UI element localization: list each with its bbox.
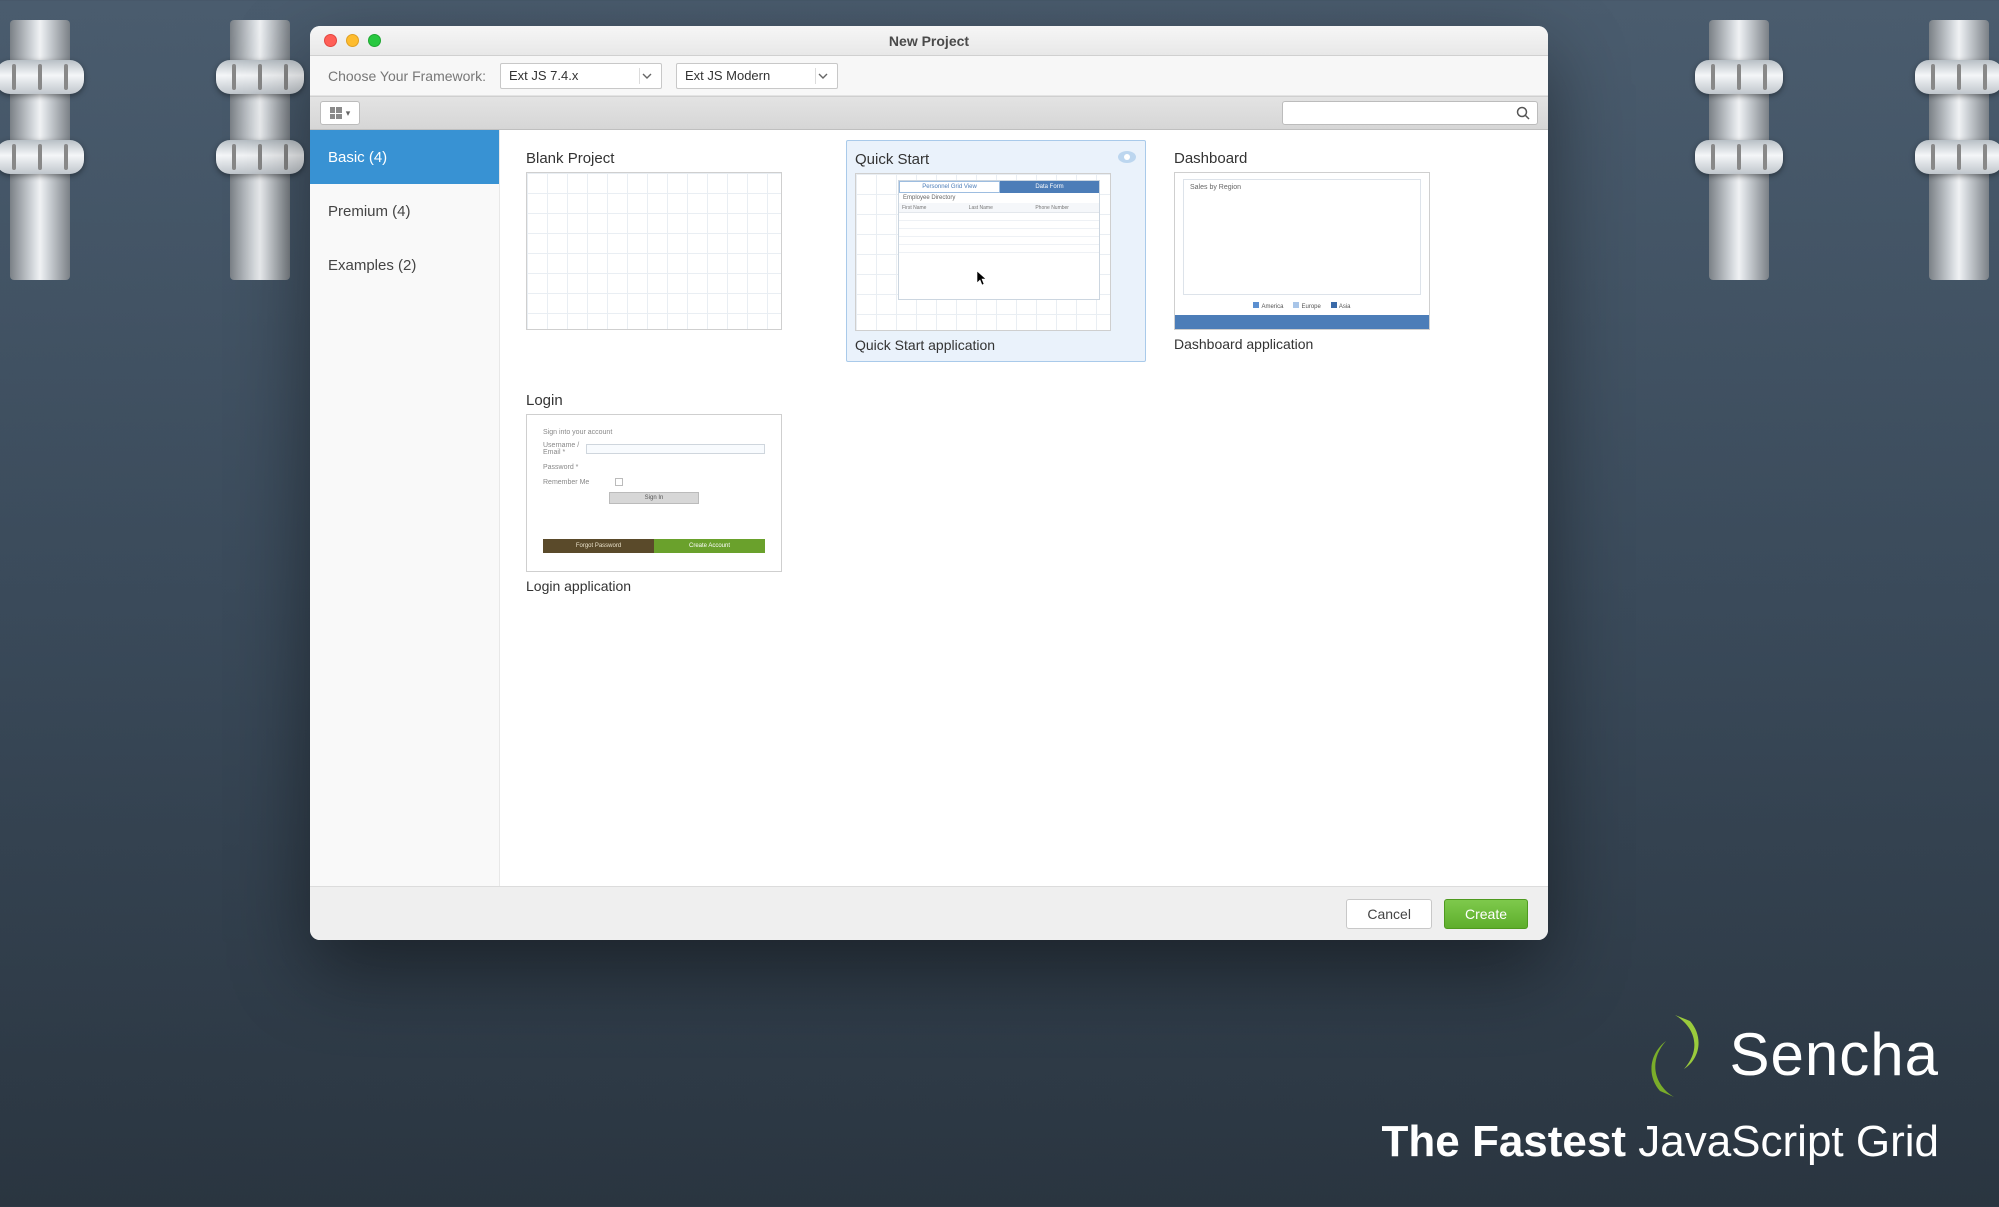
login-heading: Sign into your account xyxy=(543,429,765,436)
dialog-footer: Cancel Create xyxy=(310,886,1548,940)
brand-name: Sencha xyxy=(1730,1020,1940,1089)
chart-title: Sales by Region xyxy=(1184,180,1420,195)
template-thumbnail: Sign into your account Username / Email … xyxy=(526,414,782,572)
new-project-dialog: New Project Choose Your Framework: Ext J… xyxy=(310,26,1548,940)
search-field[interactable] xyxy=(1289,106,1515,121)
chevron-down-icon xyxy=(815,68,831,84)
brand-tagline: The Fastest JavaScript Grid xyxy=(1382,1117,1940,1167)
template-login[interactable]: Login Sign into your account Username / … xyxy=(526,390,818,594)
preview-tab: Personnel Grid View xyxy=(899,181,1000,193)
framework-label: Choose Your Framework: xyxy=(328,68,486,84)
template-caption: Quick Start application xyxy=(855,337,1137,353)
create-button[interactable]: Create xyxy=(1444,899,1528,929)
dialog-title: New Project xyxy=(310,33,1548,49)
template-gallery: Blank Project Quick Start Personnel Grid… xyxy=(500,130,1548,886)
template-caption: Login application xyxy=(526,578,818,594)
gallery-toolbar: ▾ xyxy=(310,96,1548,130)
grid-view-icon xyxy=(330,107,342,119)
preview-tab: Data Form xyxy=(1000,181,1099,193)
framework-version-value: Ext JS 7.4.x xyxy=(509,68,578,83)
chevron-down-icon: ▾ xyxy=(346,108,351,119)
search-input[interactable] xyxy=(1282,101,1538,125)
template-title: Blank Project xyxy=(526,150,614,167)
template-thumbnail: Sales by Region America Europe Asia xyxy=(1174,172,1430,330)
framework-toolkit-select[interactable]: Ext JS Modern xyxy=(676,63,838,89)
template-quick-start[interactable]: Quick Start Personnel Grid View Data For… xyxy=(846,140,1146,362)
template-thumbnail xyxy=(526,172,782,330)
cancel-button[interactable]: Cancel xyxy=(1346,899,1432,929)
template-title: Login xyxy=(526,392,563,409)
sidebar-item-examples[interactable]: Examples (2) xyxy=(310,238,499,292)
template-blank[interactable]: Blank Project xyxy=(526,148,818,354)
framework-version-select[interactable]: Ext JS 7.4.x xyxy=(500,63,662,89)
preview-panel-title: Employee Directory xyxy=(899,193,1099,203)
chart-legend: America Europe Asia xyxy=(1175,299,1429,313)
search-icon xyxy=(1515,105,1531,121)
sidebar-item-premium[interactable]: Premium (4) xyxy=(310,184,499,238)
brand-footer: Sencha The Fastest JavaScript Grid xyxy=(1382,1009,1940,1167)
sidebar-item-basic[interactable]: Basic (4) xyxy=(310,130,499,184)
template-dashboard[interactable]: Dashboard Sales by Region America Europe… xyxy=(1174,148,1466,354)
framework-row: Choose Your Framework: Ext JS 7.4.x Ext … xyxy=(310,56,1548,96)
titlebar: New Project xyxy=(310,26,1548,56)
template-title: Quick Start xyxy=(855,151,929,168)
sencha-logo-icon xyxy=(1640,1009,1710,1099)
template-thumbnail: Personnel Grid View Data Form Employee D… xyxy=(855,173,1111,331)
chevron-down-icon xyxy=(639,68,655,84)
view-mode-toggle[interactable]: ▾ xyxy=(320,101,360,125)
preview-icon[interactable] xyxy=(1117,150,1137,168)
framework-toolkit-value: Ext JS Modern xyxy=(685,68,770,83)
template-caption: Dashboard application xyxy=(1174,336,1466,352)
category-sidebar: Basic (4) Premium (4) Examples (2) xyxy=(310,130,500,886)
template-title: Dashboard xyxy=(1174,150,1247,167)
